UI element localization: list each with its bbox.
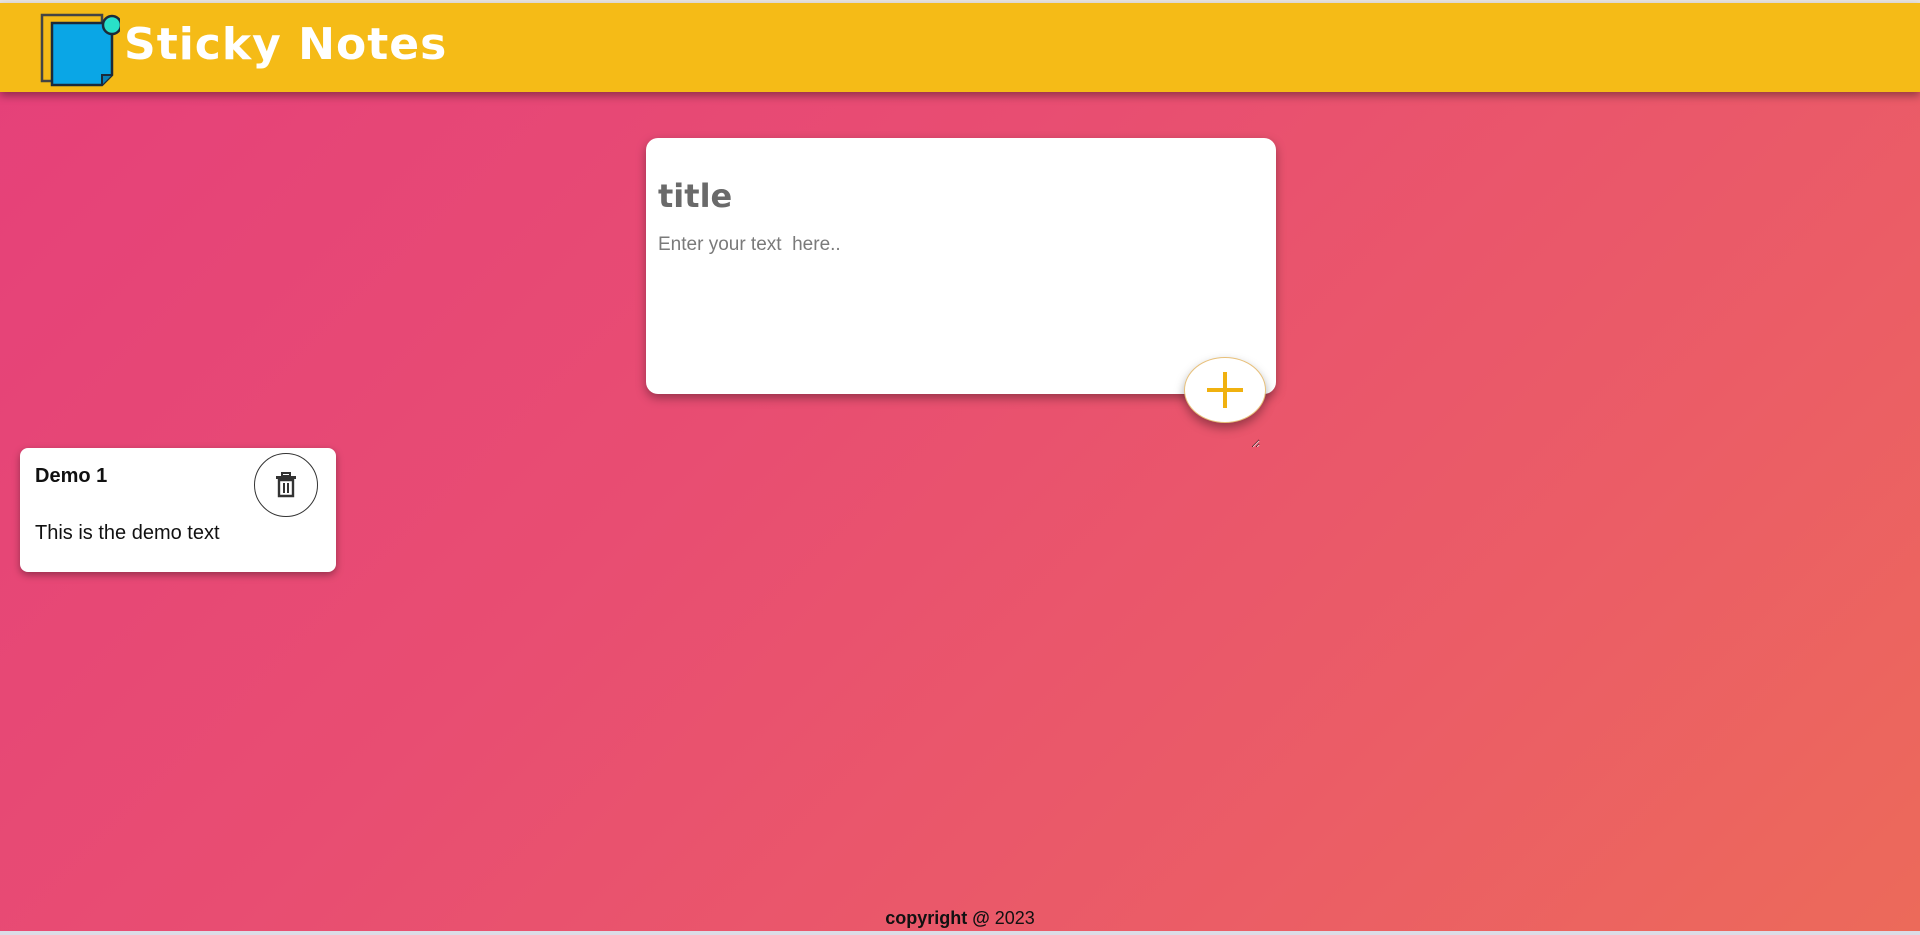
app-title: Sticky Notes bbox=[124, 19, 448, 70]
note-title-input[interactable] bbox=[658, 174, 1258, 218]
page-footer: copyright @ 2023 bbox=[0, 908, 1920, 929]
bottom-border bbox=[0, 931, 1920, 935]
copyright-year: 2023 bbox=[994, 908, 1035, 928]
delete-note-button[interactable] bbox=[254, 453, 318, 517]
sticky-note-logo-icon bbox=[40, 9, 123, 89]
add-note-button[interactable] bbox=[1184, 357, 1266, 423]
note-text-input[interactable] bbox=[658, 234, 1260, 448]
trash-icon bbox=[276, 472, 296, 498]
note-text: This is the demo text bbox=[35, 522, 220, 544]
note-composer bbox=[646, 138, 1276, 448]
plus-icon bbox=[1207, 372, 1243, 408]
app-header: Sticky Notes bbox=[0, 3, 1920, 92]
note-card: Demo 1 This is the demo text bbox=[20, 448, 336, 572]
copyright-label: copyright @ bbox=[885, 908, 990, 928]
note-title: Demo 1 bbox=[35, 465, 108, 487]
